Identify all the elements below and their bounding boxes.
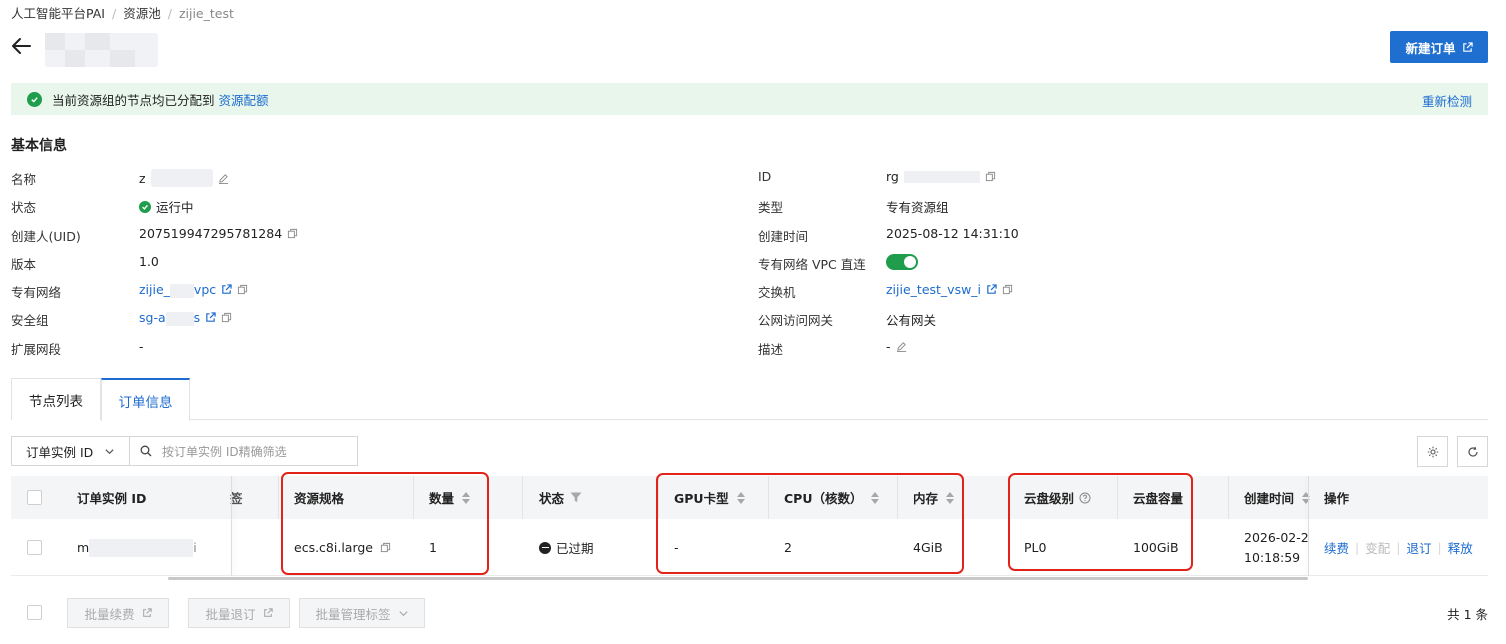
cell-actions: 续费 | 变配 | 退订 | 释放 [1324, 538, 1473, 557]
creator-label: 创建人(UID) [11, 229, 81, 244]
vpc-direct-value [886, 254, 918, 270]
stop-circle-icon [539, 541, 551, 554]
select-all-checkbox[interactable] [27, 476, 42, 519]
external-link-icon [142, 608, 152, 617]
allocation-alert: 当前资源组的节点均已分配到 资源配额 重新检测 [11, 83, 1488, 115]
horizontal-scrollbar[interactable] [168, 577, 1308, 580]
extended-cidr-value: - [139, 339, 144, 354]
edit-icon[interactable] [218, 173, 229, 184]
search-input[interactable]: 按订单实例 ID精确筛选 [129, 436, 358, 466]
col-status[interactable]: 状态 [539, 476, 582, 519]
status-value: 运行中 [139, 197, 194, 216]
id-label: ID [758, 169, 772, 184]
vpc-label: 专有网络 [11, 285, 62, 300]
vpc-link[interactable]: zijie_ vpc [139, 282, 216, 298]
copy-icon[interactable] [1002, 284, 1013, 295]
highlight-box-disk [1008, 473, 1193, 571]
column-settings-button[interactable] [1417, 436, 1448, 467]
filter-icon [570, 492, 582, 502]
tab-order-info[interactable]: 订单信息 [101, 378, 190, 421]
highlight-box-gpu-cpu-memory [656, 473, 964, 574]
cell-instance-id: mi [77, 538, 197, 557]
batch-unsubscribe-button[interactable]: 批量退订 [188, 598, 290, 628]
type-value: 专有资源组 [886, 200, 949, 215]
cell-status: 已过期 [539, 519, 594, 576]
type-label: 类型 [758, 200, 784, 215]
copy-icon[interactable] [221, 312, 232, 323]
tab-bar: 节点列表 订单信息 [11, 378, 1488, 421]
breadcrumb: 人工智能平台PAI / 资源池 / zijie_test [11, 6, 234, 21]
description-label: 描述 [758, 342, 784, 357]
gateway-value: 公有网关 [886, 313, 937, 328]
check-circle-icon [27, 91, 42, 107]
breadcrumb-item-pai[interactable]: 人工智能平台PAI [11, 6, 105, 21]
name-label: 名称 [11, 172, 37, 187]
breadcrumb-item-pool[interactable]: 资源池 [123, 6, 161, 21]
recheck-link[interactable]: 重新检测 [1422, 91, 1472, 110]
release-action[interactable]: 释放 [1448, 538, 1473, 557]
resource-quota-link[interactable]: 资源配额 [219, 90, 269, 109]
security-group-label: 安全组 [11, 313, 49, 328]
chevron-down-icon [398, 610, 408, 616]
version-label: 版本 [11, 257, 37, 272]
vswitch-link[interactable]: zijie_test_vsw_i [886, 282, 981, 297]
col-created-time[interactable]: 创建时间 [1244, 476, 1311, 519]
status-label: 状态 [11, 200, 37, 215]
vswitch-label: 交换机 [758, 285, 796, 300]
copy-icon[interactable] [287, 228, 298, 239]
gateway-label: 公网访问网关 [758, 313, 834, 328]
alert-text: 当前资源组的节点均已分配到 [52, 92, 215, 108]
gear-icon [1427, 446, 1438, 457]
id-value: rg [886, 169, 996, 184]
col-actions: 操作 [1324, 491, 1350, 506]
highlight-box-spec-quantity [281, 472, 489, 575]
cell-created-time: 2026-02-2 10:18:59 [1244, 530, 1309, 565]
vpc-value: zijie_ vpc [139, 282, 248, 298]
renew-action[interactable]: 续费 [1324, 538, 1349, 557]
check-circle-icon [139, 200, 151, 213]
copy-icon[interactable] [237, 284, 248, 295]
filter-field-select[interactable]: 订单实例 ID [11, 436, 130, 466]
version-value: 1.0 [139, 254, 159, 269]
modify-action[interactable]: 变配 [1365, 538, 1390, 557]
external-link-icon[interactable] [986, 284, 997, 295]
refresh-icon [1467, 446, 1478, 457]
page-title-redacted [45, 33, 158, 67]
external-link-icon [263, 608, 273, 617]
edit-icon[interactable] [896, 341, 907, 352]
external-link-icon[interactable] [205, 312, 216, 323]
extended-cidr-label: 扩展网段 [11, 342, 62, 357]
basic-info-title: 基本信息 [11, 138, 67, 154]
refresh-button[interactable] [1457, 436, 1488, 467]
col-instance-id: 订单实例 ID [77, 491, 147, 506]
footer-select-all-checkbox[interactable] [27, 605, 42, 620]
breadcrumb-item-current: zijie_test [178, 6, 234, 21]
external-link-icon [1462, 41, 1473, 52]
vpc-direct-label: 专有网络 VPC 直连 [758, 257, 866, 272]
vpc-direct-toggle[interactable] [886, 254, 918, 270]
arrow-left-icon[interactable] [9, 34, 33, 58]
tab-node-list[interactable]: 节点列表 [11, 378, 101, 420]
batch-renew-button[interactable]: 批量续费 [67, 598, 169, 628]
row-checkbox[interactable] [27, 519, 42, 576]
creator-value: 207519947295781284 [139, 226, 298, 241]
chevron-down-icon [105, 448, 114, 454]
external-link-icon[interactable] [221, 284, 232, 295]
created-time-label: 创建时间 [758, 229, 809, 244]
copy-icon[interactable] [985, 171, 996, 182]
name-value: z [139, 169, 229, 187]
unsubscribe-action[interactable]: 退订 [1406, 538, 1431, 557]
security-group-value: sg-a s [139, 310, 232, 326]
description-value: - [886, 339, 907, 354]
created-time-value: 2025-08-12 14:31:10 [886, 226, 1019, 241]
new-order-button[interactable]: 新建订单 [1390, 31, 1488, 63]
vswitch-value: zijie_test_vsw_i [886, 282, 1013, 297]
search-icon [140, 445, 152, 457]
security-group-link[interactable]: sg-a s [139, 310, 200, 326]
total-count: 共 1 条 [1447, 607, 1488, 622]
batch-tags-button[interactable]: 批量管理标签 [299, 598, 425, 628]
